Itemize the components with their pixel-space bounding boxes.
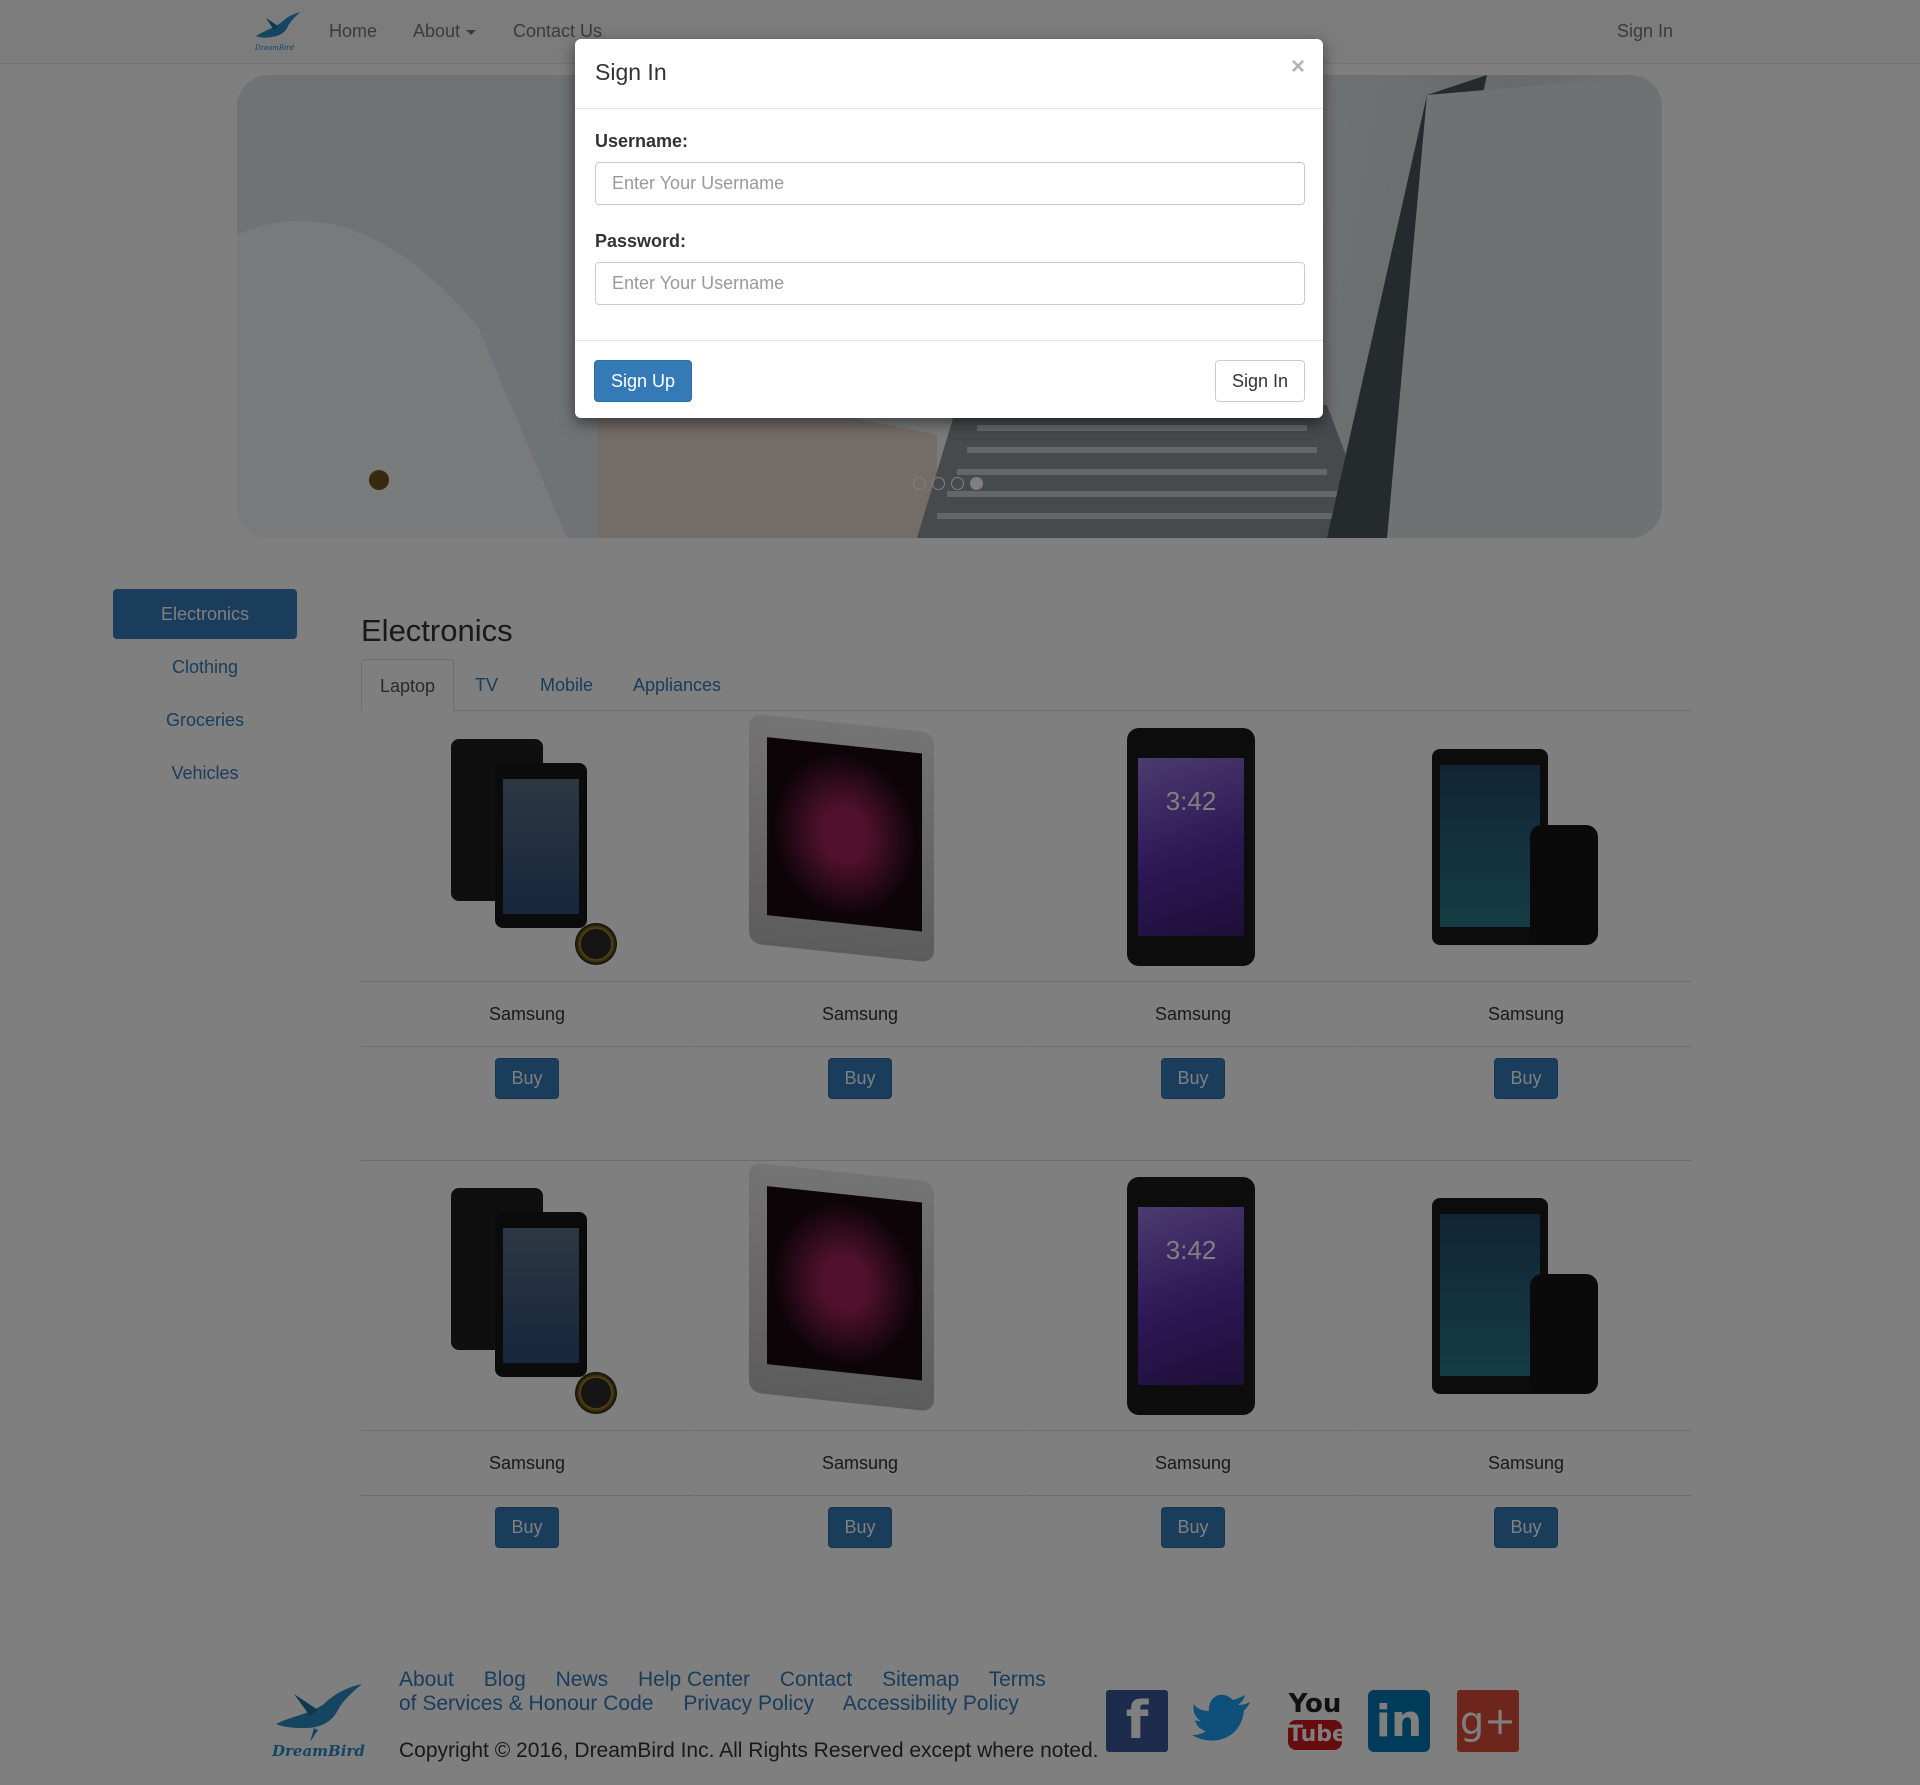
signin-modal: Sign In × Username: Password: Sign Up Si… — [575, 39, 1323, 418]
modal-footer: Sign Up Sign In — [575, 341, 1323, 417]
username-label: Username: — [595, 131, 689, 151]
signup-button[interactable]: Sign Up — [594, 360, 693, 402]
modal-title: Sign In — [595, 59, 667, 85]
modal-body: Username: Password: — [575, 109, 1323, 341]
modal-header: Sign In × — [575, 39, 1323, 109]
password-label: Password: — [595, 231, 687, 251]
close-icon[interactable]: × — [1291, 53, 1305, 81]
password-input[interactable] — [595, 262, 1305, 305]
signin-button[interactable]: Sign In — [1214, 360, 1305, 402]
username-input[interactable] — [595, 162, 1305, 205]
